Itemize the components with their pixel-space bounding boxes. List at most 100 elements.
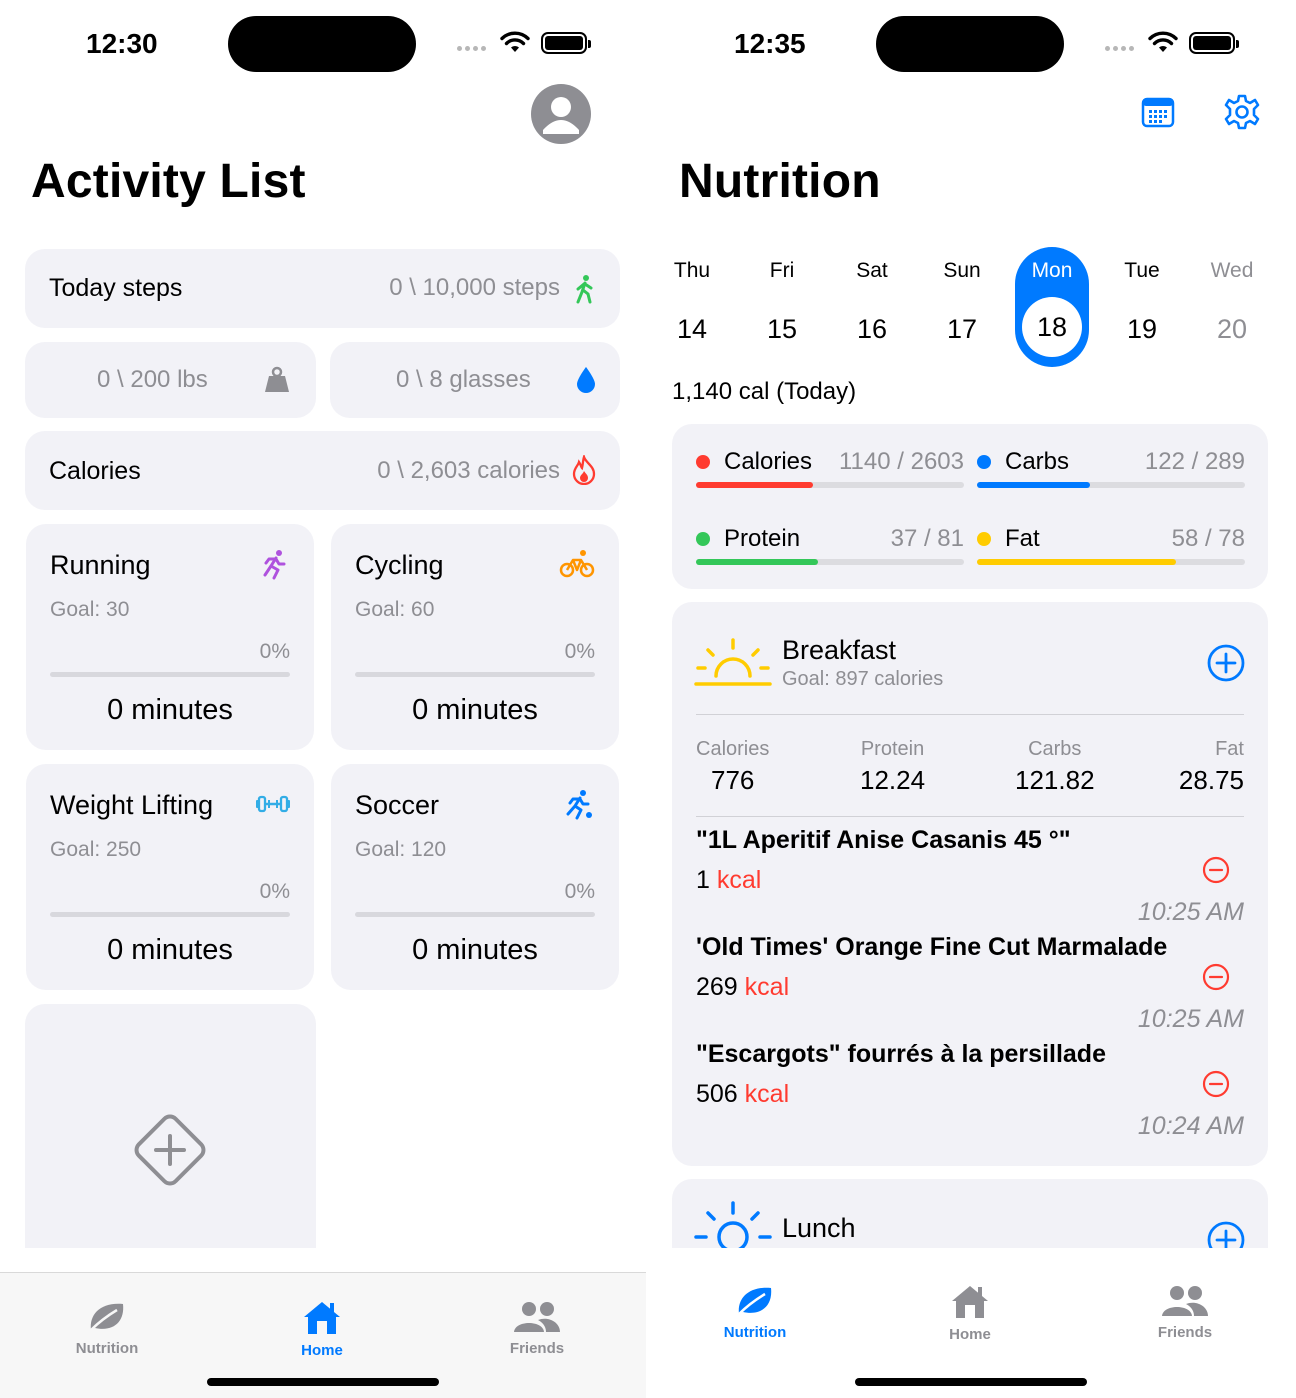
page-title: Activity List bbox=[31, 155, 306, 208]
day-fri[interactable]: Fri 15 bbox=[745, 258, 819, 345]
water-card[interactable]: 0 \ 8 glasses bbox=[330, 342, 620, 418]
macro-progress-fill bbox=[977, 482, 1091, 488]
friends-icon bbox=[514, 1302, 560, 1332]
stat-label: Carbs bbox=[1028, 738, 1082, 760]
meal-title: Breakfast bbox=[782, 635, 897, 665]
activity-goal: Goal: 120 bbox=[355, 838, 447, 861]
activity-tile-running[interactable]: Running Goal: 30 0% 0 minutes bbox=[26, 524, 314, 750]
day-name: Fri bbox=[769, 259, 795, 282]
profile-avatar-button[interactable] bbox=[531, 84, 591, 144]
day-thu[interactable]: Thu 14 bbox=[655, 258, 729, 345]
nutrition-screen: 12:35 Nutrition Thu 14 Fri 15 Sat 16 Sun… bbox=[648, 0, 1294, 1398]
tab-home[interactable]: Home bbox=[252, 1300, 392, 1359]
day-name: Thu bbox=[673, 259, 711, 282]
activity-percent: 0% bbox=[259, 640, 290, 663]
food-kcal: 269 kcal bbox=[696, 973, 790, 1001]
tab-label: Nutrition bbox=[723, 1324, 787, 1341]
stat-calories: Calories 776 bbox=[696, 738, 769, 796]
remove-food-button[interactable] bbox=[1202, 963, 1230, 991]
day-date: 14 bbox=[676, 314, 708, 344]
water-drop-icon bbox=[577, 367, 595, 393]
calories-card[interactable]: Calories 0 \ 2,603 calories bbox=[25, 431, 620, 510]
tab-nutrition[interactable]: Nutrition bbox=[685, 1284, 825, 1341]
macro-label: Protein bbox=[724, 525, 801, 552]
food-time: 10:25 AM bbox=[1137, 898, 1244, 926]
macro-label: Fat bbox=[1005, 525, 1040, 552]
status-bar: 12:35 bbox=[648, 0, 1294, 80]
remove-food-button[interactable] bbox=[1202, 1070, 1230, 1098]
flame-icon bbox=[572, 455, 596, 485]
activity-tile-soccer[interactable]: Soccer Goal: 120 0% 0 minutes bbox=[331, 764, 619, 990]
day-sun[interactable]: Sun 17 bbox=[925, 258, 999, 345]
tab-friends[interactable]: Friends bbox=[467, 1300, 607, 1357]
food-time: 10:24 AM bbox=[1137, 1112, 1244, 1140]
tab-friends[interactable]: Friends bbox=[1115, 1284, 1255, 1341]
activity-name: Cycling bbox=[355, 550, 444, 580]
food-time: 10:25 AM bbox=[1137, 1005, 1244, 1033]
food-item[interactable]: "Escargots" fourrés à la persillade 506 … bbox=[696, 1040, 1244, 1147]
add-food-button[interactable] bbox=[1207, 644, 1245, 682]
stat-value: 776 bbox=[710, 765, 755, 795]
leaf-icon bbox=[738, 1287, 772, 1315]
activity-minutes: 0 minutes bbox=[107, 694, 233, 726]
macro-progress-fill bbox=[696, 559, 819, 565]
day-sat[interactable]: Sat 16 bbox=[835, 258, 909, 345]
day-date: 17 bbox=[946, 314, 978, 344]
activity-name: Running bbox=[50, 550, 151, 580]
food-item[interactable]: 'Old Times' Orange Fine Cut Marmalade 26… bbox=[696, 933, 1244, 1040]
house-icon bbox=[304, 1302, 340, 1334]
day-date: 18 bbox=[1022, 297, 1082, 357]
day-mon-selected[interactable]: Mon 18 bbox=[1015, 247, 1089, 367]
dynamic-island bbox=[228, 16, 416, 72]
status-dot bbox=[696, 455, 710, 469]
day-name: Wed bbox=[1210, 259, 1254, 282]
tab-bar: Nutrition Home Friends bbox=[0, 1248, 646, 1398]
cycling-icon bbox=[559, 550, 595, 578]
macro-progress-fill bbox=[696, 482, 814, 488]
battery-icon bbox=[541, 32, 591, 54]
tab-home[interactable]: Home bbox=[900, 1284, 1040, 1343]
macro-value: 37 / 81 bbox=[890, 525, 964, 552]
day-wed[interactable]: Wed 20 bbox=[1195, 258, 1269, 345]
sunrise-icon bbox=[694, 638, 772, 686]
wifi-icon bbox=[1148, 31, 1178, 52]
day-date: 20 bbox=[1216, 314, 1248, 344]
activity-name: Soccer bbox=[355, 790, 440, 820]
tab-nutrition[interactable]: Nutrition bbox=[37, 1300, 177, 1357]
weight-card[interactable]: 0 \ 200 lbs bbox=[25, 342, 316, 418]
steps-label: Today steps bbox=[49, 274, 183, 302]
activity-goal: Goal: 30 bbox=[50, 598, 130, 621]
activity-tile-weight-lifting[interactable]: Weight Lifting Goal: 250 0% 0 minutes bbox=[26, 764, 314, 990]
activity-progress-bar bbox=[50, 672, 290, 677]
food-name: 'Old Times' Orange Fine Cut Marmalade bbox=[696, 933, 1168, 961]
house-icon bbox=[952, 1286, 988, 1318]
calories-label: Calories bbox=[49, 457, 141, 485]
steps-card[interactable]: Today steps 0 \ 10,000 steps bbox=[25, 249, 620, 328]
activity-screen: 12:30 Activity List Today steps 0 \ 10,0… bbox=[0, 0, 646, 1398]
activity-goal: Goal: 250 bbox=[50, 838, 142, 861]
day-date: 16 bbox=[856, 314, 888, 344]
food-item[interactable]: "1L Aperitif Anise Casanis 45 °" 1 kcal … bbox=[696, 826, 1244, 933]
day-date: 19 bbox=[1126, 314, 1158, 344]
stat-value: 28.75 bbox=[1178, 765, 1244, 795]
day-tue[interactable]: Tue 19 bbox=[1105, 258, 1179, 345]
status-dot bbox=[696, 532, 710, 546]
activity-tile-cycling[interactable]: Cycling Goal: 60 0% 0 minutes bbox=[331, 524, 619, 750]
activity-progress-bar bbox=[355, 912, 595, 917]
food-name: "Escargots" fourrés à la persillade bbox=[696, 1040, 1106, 1068]
stat-label: Fat bbox=[1215, 738, 1244, 760]
tab-label: Friends bbox=[1157, 1324, 1213, 1341]
home-indicator bbox=[207, 1378, 439, 1386]
tab-label: Friends bbox=[509, 1340, 565, 1357]
settings-gear-button[interactable] bbox=[1224, 94, 1260, 130]
stat-carbs: Carbs 121.82 bbox=[1015, 738, 1095, 796]
calendar-button[interactable] bbox=[1141, 96, 1175, 128]
tab-label: Home bbox=[301, 1342, 343, 1359]
activity-percent: 0% bbox=[259, 880, 290, 903]
scale-weight-icon bbox=[265, 366, 289, 392]
add-activity-tile[interactable] bbox=[25, 1004, 316, 1274]
stat-value: 12.24 bbox=[860, 765, 926, 795]
remove-food-button[interactable] bbox=[1202, 856, 1230, 884]
person-icon bbox=[543, 97, 579, 134]
status-dot bbox=[977, 532, 991, 546]
